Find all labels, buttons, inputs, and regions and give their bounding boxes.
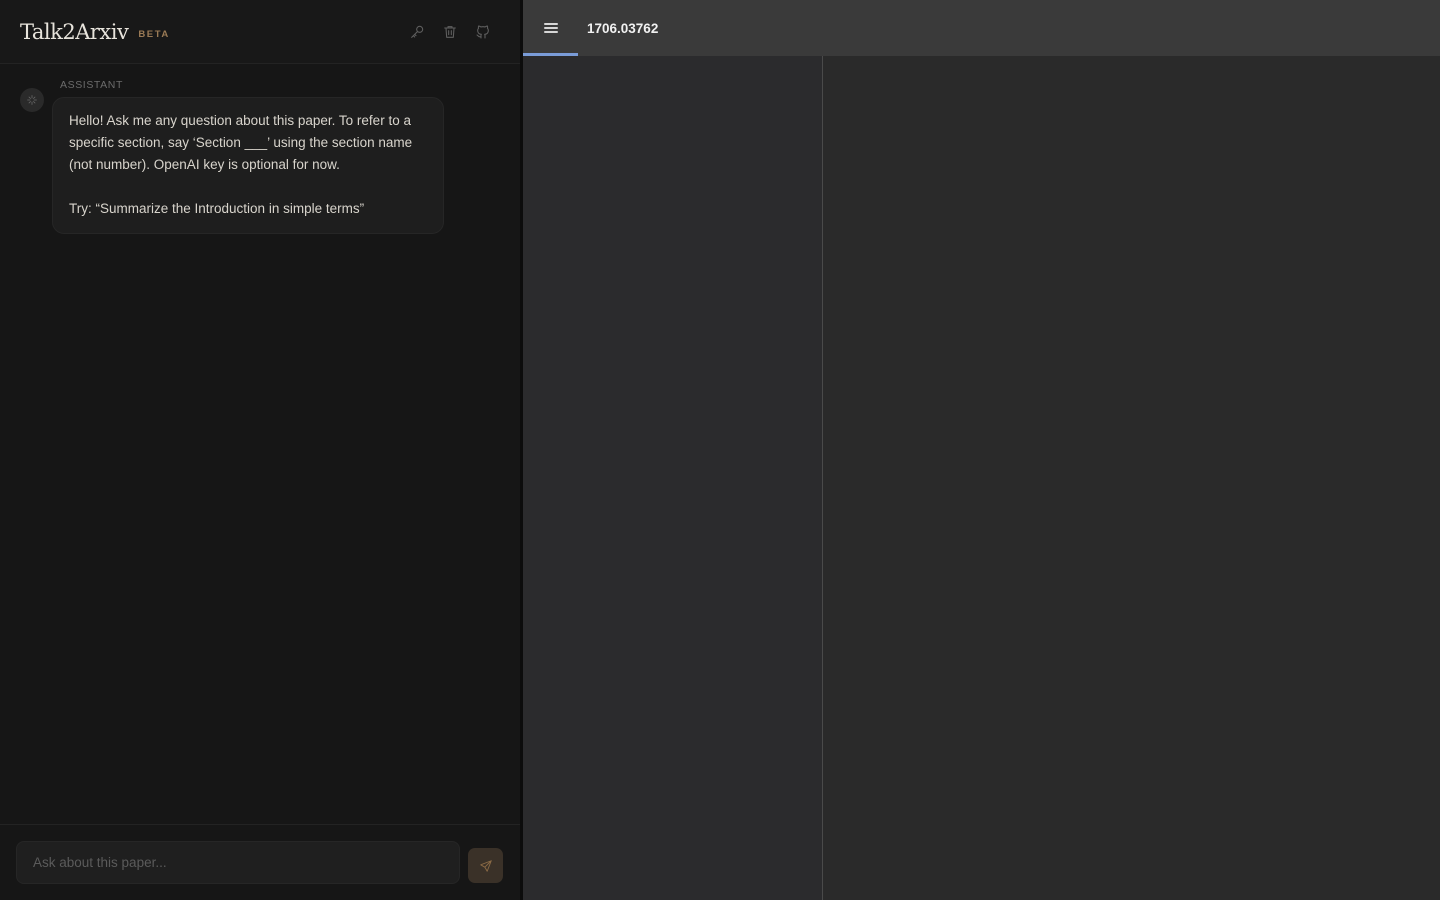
- question-input[interactable]: [33, 855, 443, 870]
- send-button[interactable]: [468, 848, 503, 883]
- trash-icon: [444, 25, 456, 38]
- assistant-message: ASSISTANT Hello! Ask me any question abo…: [20, 79, 500, 234]
- document-viewer: 1706.03762: [523, 0, 1440, 900]
- app-root: Talk2Arxiv BETA ASSISTANT Hello! Ask me …: [0, 0, 1440, 900]
- message-body: ASSISTANT Hello! Ask me any question abo…: [52, 79, 444, 234]
- key-icon: [411, 25, 424, 38]
- thumbnail-sidebar[interactable]: [523, 56, 823, 900]
- viewer-body: [523, 56, 1440, 900]
- header-actions: [408, 23, 500, 41]
- question-input-box: [16, 841, 460, 884]
- chat-panel: Talk2Arxiv BETA ASSISTANT Hello! Ask me …: [0, 0, 520, 900]
- hamburger-menu-icon: [543, 23, 558, 33]
- send-icon: [479, 859, 492, 872]
- github-button[interactable]: [474, 23, 492, 41]
- page-canvas[interactable]: [824, 56, 1440, 900]
- sidebar-toggle-button[interactable]: [523, 0, 578, 56]
- message-list: ASSISTANT Hello! Ask me any question abo…: [0, 64, 520, 824]
- message-suggestion: Try: “Summarize the Introduction in simp…: [69, 201, 365, 216]
- beta-badge: BETA: [138, 29, 170, 40]
- message-text: Hello! Ask me any question about this pa…: [69, 113, 413, 172]
- composer: [0, 824, 520, 900]
- brand-title: Talk2Arxiv: [20, 19, 129, 44]
- clear-chat-button[interactable]: [441, 23, 459, 41]
- chat-header: Talk2Arxiv BETA: [0, 0, 520, 64]
- role-label: ASSISTANT: [60, 79, 123, 91]
- api-key-button[interactable]: [408, 23, 426, 41]
- message-bubble: Hello! Ask me any question about this pa…: [52, 97, 444, 234]
- github-icon: [476, 25, 489, 39]
- document-title: 1706.03762: [587, 20, 659, 36]
- sparkle-icon: [27, 95, 37, 105]
- viewer-toolbar: 1706.03762: [523, 0, 1440, 56]
- assistant-avatar: [20, 88, 44, 112]
